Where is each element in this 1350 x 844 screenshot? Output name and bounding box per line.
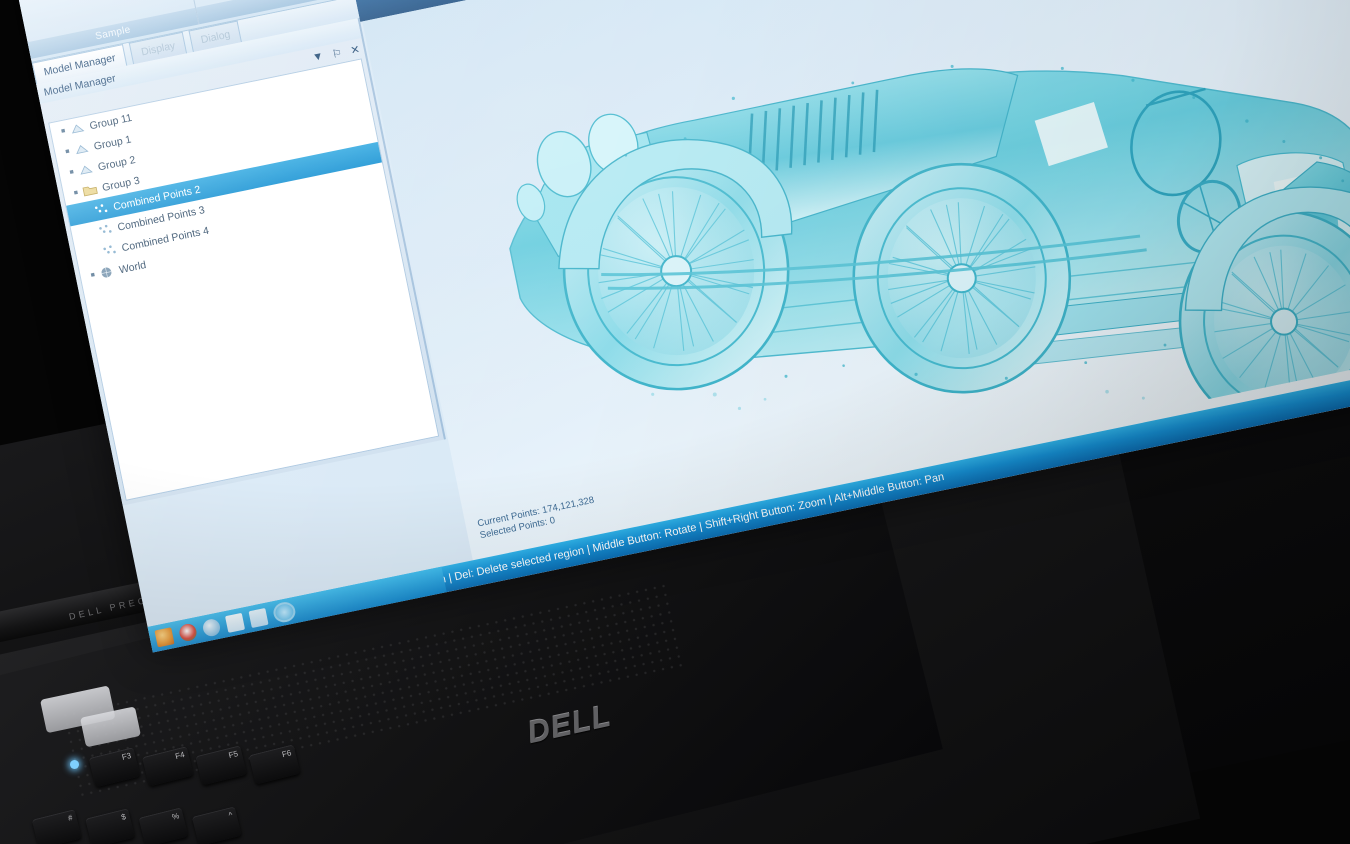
taskbar-firefox[interactable] xyxy=(154,626,175,647)
folder-icon xyxy=(82,186,98,197)
panel-menu-icon[interactable]: ▼ xyxy=(311,50,324,64)
taskbar-app-4[interactable] xyxy=(224,612,245,633)
taskbar-app-3[interactable] xyxy=(201,617,222,638)
taskbar-app-active[interactable] xyxy=(271,600,298,625)
points-icon xyxy=(103,245,116,254)
points-icon xyxy=(94,204,108,213)
screenshot-root: F3 F4 F5 F6 # $ % ^ DELL DELL PRECISION … xyxy=(0,0,1350,844)
power-led-indicator xyxy=(70,760,79,769)
point-object-icon xyxy=(72,124,85,134)
tree-item-label: World xyxy=(118,258,148,276)
point-object-icon xyxy=(76,145,89,155)
world-icon xyxy=(101,267,112,278)
taskbar-chrome[interactable] xyxy=(177,621,198,643)
pin-icon[interactable]: ⚐ xyxy=(331,46,343,61)
points-icon xyxy=(99,224,112,233)
close-icon[interactable]: ✕ xyxy=(349,42,360,57)
taskbar-app-5[interactable] xyxy=(248,607,269,628)
point-object-icon xyxy=(80,165,93,175)
